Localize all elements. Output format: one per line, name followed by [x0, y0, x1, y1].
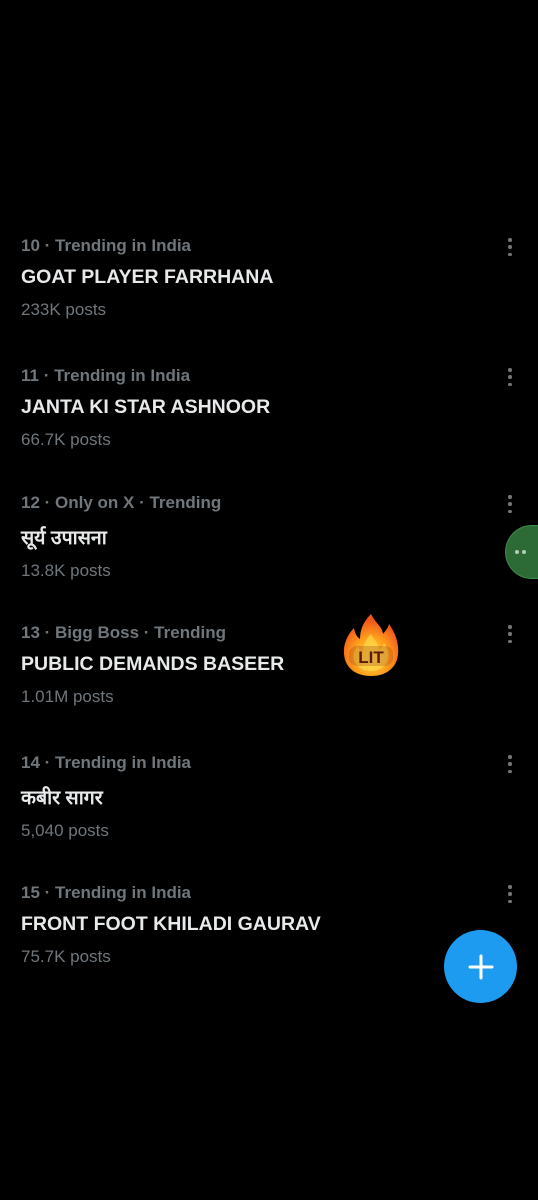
trend-title: कबीर सागर — [21, 787, 103, 809]
trend-post-count: 13.8K posts — [21, 561, 111, 580]
trend-item-12[interactable]: 12 · Only on X · Trending सूर्य उपासना 1… — [0, 489, 538, 619]
trend-post-count: 75.7K posts — [21, 947, 111, 966]
trend-item-14[interactable]: 14 · Trending in India कबीर सागर 5,040 p… — [0, 749, 538, 879]
more-options-icon[interactable] — [500, 623, 520, 645]
fire-icon: LIT — [343, 614, 399, 676]
trend-title: FRONT FOOT KHILADI GAURAV — [21, 913, 321, 935]
trend-meta: 10 · Trending in India — [21, 236, 192, 255]
handle-dots-icon — [515, 550, 526, 554]
trend-item-10[interactable]: 10 · Trending in India GOAT PLAYER FARRH… — [0, 232, 538, 362]
more-options-icon[interactable] — [500, 236, 520, 258]
trend-meta: 12 · Only on X · Trending — [21, 493, 222, 512]
trend-meta: 11 · Trending in India — [21, 366, 191, 385]
trend-item-11[interactable]: 11 · Trending in India JANTA KI STAR ASH… — [0, 362, 538, 489]
compose-post-button[interactable] — [444, 930, 517, 1003]
trend-meta: 14 · Trending in India — [21, 753, 192, 772]
trend-title: GOAT PLAYER FARRHANA — [21, 266, 274, 288]
more-options-icon[interactable] — [500, 753, 520, 775]
trend-meta: 15 · Trending in India — [21, 883, 192, 902]
trending-list: 10 · Trending in India GOAT PLAYER FARRH… — [0, 232, 538, 1009]
trend-title: सूर्य उपासना — [21, 527, 107, 549]
more-options-icon[interactable] — [500, 883, 520, 905]
more-options-icon[interactable] — [500, 493, 520, 515]
plus-icon — [468, 954, 493, 979]
more-options-icon[interactable] — [500, 366, 520, 388]
sticker-text: LIT — [358, 648, 384, 667]
trend-title: JANTA KI STAR ASHNOOR — [21, 396, 271, 418]
trend-post-count: 1.01M posts — [21, 687, 114, 706]
trend-post-count: 233K posts — [21, 300, 107, 319]
trend-post-count: 5,040 posts — [21, 821, 109, 840]
trend-title: PUBLIC DEMANDS BASEER — [21, 653, 285, 675]
trend-post-count: 66.7K posts — [21, 430, 111, 449]
trend-meta: 13 · Bigg Boss · Trending — [21, 623, 226, 642]
trend-item-13[interactable]: 13 · Bigg Boss · Trending PUBLIC DEMANDS… — [0, 619, 538, 749]
